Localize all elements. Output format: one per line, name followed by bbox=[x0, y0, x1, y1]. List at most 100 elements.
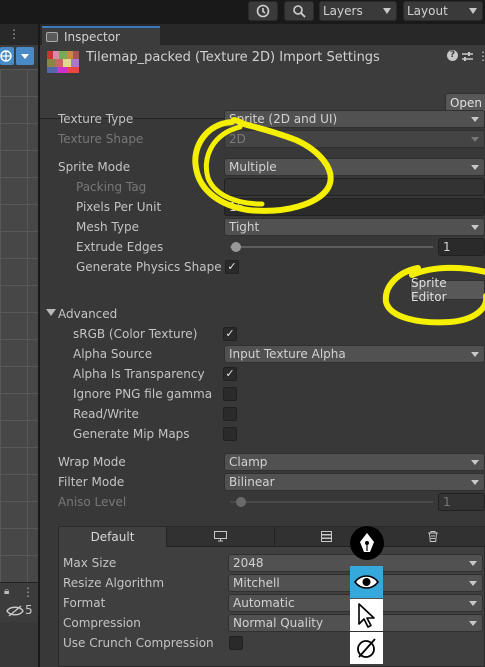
lock-icon[interactable]: 🔒︎ bbox=[4, 586, 9, 597]
gizmo-button[interactable] bbox=[0, 47, 14, 65]
max-size-label: Max Size bbox=[63, 556, 117, 570]
scene-grid[interactable] bbox=[0, 69, 38, 599]
texture-thumbnail-icon bbox=[47, 51, 79, 83]
chevron-down-icon bbox=[469, 561, 477, 566]
tab-standalone[interactable] bbox=[167, 527, 275, 547]
generate-physics-shape-label: Generate Physics Shape bbox=[76, 260, 222, 274]
platform-settings-panel: Default Max Size 2048 Resize Algorithm M… bbox=[58, 526, 485, 667]
chevron-down-icon bbox=[469, 8, 477, 14]
tab-default-label: Default bbox=[90, 530, 135, 544]
texture-type-value: Sprite (2D and UI) bbox=[229, 112, 338, 126]
inspector-panel: Inspector Tilemap_packed (Texture 2D) Im… bbox=[40, 24, 485, 667]
extrude-edges-slider-knob[interactable] bbox=[231, 242, 241, 252]
read-write-label: Read/Write bbox=[73, 407, 139, 421]
format-value: Automatic bbox=[233, 596, 295, 610]
gizmo-dropdown[interactable] bbox=[16, 47, 34, 65]
srgb-checkbox[interactable]: ✓ bbox=[223, 327, 237, 341]
layers-dropdown[interactable]: Layers bbox=[319, 1, 397, 21]
gizmo-icon bbox=[0, 50, 12, 62]
trash-icon bbox=[427, 531, 438, 542]
tab-inspector[interactable]: Inspector bbox=[42, 26, 160, 45]
aniso-level-field: 1 bbox=[438, 493, 485, 511]
chevron-down-icon bbox=[21, 54, 29, 59]
sprite-editor-button[interactable]: Sprite Editor bbox=[410, 276, 485, 304]
use-crunch-checkbox[interactable] bbox=[229, 636, 243, 650]
packing-tag-label: Packing Tag bbox=[76, 180, 147, 194]
extrude-edges-slider[interactable] bbox=[230, 246, 433, 248]
wrap-mode-dropdown[interactable]: Clamp bbox=[224, 453, 485, 471]
sprite-mode-label: Sprite Mode bbox=[58, 160, 131, 174]
clear-icon bbox=[357, 638, 376, 658]
chevron-down-icon bbox=[383, 8, 391, 14]
pen-tool-button[interactable] bbox=[350, 526, 384, 560]
chevron-down-icon bbox=[471, 460, 479, 465]
layout-dropdown[interactable]: Layout bbox=[403, 1, 483, 21]
more-icon[interactable]: ⋮ bbox=[22, 585, 34, 599]
clear-tool-button[interactable] bbox=[350, 632, 383, 664]
texture-shape-label: Texture Shape bbox=[58, 132, 144, 146]
advanced-foldout[interactable]: Advanced bbox=[58, 307, 117, 321]
cursor-icon bbox=[358, 603, 375, 628]
max-size-value: 2048 bbox=[233, 556, 264, 570]
chevron-down-icon bbox=[469, 621, 477, 626]
search-button[interactable] bbox=[284, 1, 314, 21]
alpha-is-transparency-label: Alpha Is Transparency bbox=[73, 367, 205, 381]
advanced-foldout-arrow-icon[interactable] bbox=[46, 309, 56, 316]
mesh-type-value: Tight bbox=[229, 220, 260, 234]
platform-tabs: Default bbox=[59, 527, 485, 547]
scene-tab-bar: ⋮ bbox=[0, 24, 38, 45]
texture-type-dropdown[interactable]: Sprite (2D and UI) bbox=[224, 110, 485, 128]
format-label: Format bbox=[63, 596, 106, 610]
search-icon bbox=[293, 5, 306, 18]
hidden-count-button[interactable]: 5 bbox=[4, 603, 36, 619]
server-icon bbox=[321, 531, 332, 542]
filter-mode-value: Bilinear bbox=[229, 475, 275, 489]
help-icon[interactable]: ? bbox=[447, 50, 458, 61]
more-icon[interactable]: ⋮ bbox=[477, 49, 485, 63]
extrude-edges-field[interactable]: 1 bbox=[438, 238, 485, 256]
sprite-mode-dropdown[interactable]: Multiple bbox=[224, 158, 485, 176]
more-icon[interactable]: ⋮ bbox=[8, 27, 20, 41]
presets-icon[interactable] bbox=[462, 51, 473, 62]
inspector-tab-bar: Inspector bbox=[40, 24, 485, 45]
alpha-source-dropdown[interactable]: Input Texture Alpha bbox=[224, 345, 485, 363]
layers-label: Layers bbox=[323, 4, 363, 18]
history-button[interactable] bbox=[248, 1, 278, 21]
alpha-source-label: Alpha Source bbox=[73, 347, 153, 361]
chevron-down-icon bbox=[469, 601, 477, 606]
annotation-tool-palette bbox=[350, 566, 383, 667]
pixels-per-unit-label: Pixels Per Unit bbox=[76, 200, 162, 214]
aniso-level-label: Aniso Level bbox=[58, 495, 127, 509]
packing-tag-field bbox=[224, 178, 485, 196]
mesh-type-dropdown[interactable]: Tight bbox=[224, 218, 485, 236]
srgb-label: sRGB (Color Texture) bbox=[73, 327, 198, 341]
generate-mip-maps-checkbox[interactable] bbox=[223, 427, 237, 441]
aniso-level-slider bbox=[230, 501, 433, 503]
use-crunch-label: Use Crunch Compression bbox=[63, 636, 214, 650]
compression-value: Normal Quality bbox=[233, 616, 324, 630]
tab-inspector-label: Inspector bbox=[64, 29, 120, 44]
chevron-down-icon bbox=[471, 165, 479, 170]
filter-mode-dropdown[interactable]: Bilinear bbox=[224, 473, 485, 491]
pixels-per-unit-field[interactable]: 16 bbox=[224, 198, 485, 216]
ignore-png-gamma-checkbox[interactable] bbox=[223, 387, 237, 401]
chevron-down-icon bbox=[471, 225, 479, 230]
resize-algorithm-label: Resize Algorithm bbox=[63, 576, 165, 590]
wrap-mode-label: Wrap Mode bbox=[58, 455, 126, 469]
generate-physics-shape-checkbox[interactable]: ✓ bbox=[225, 260, 239, 274]
pen-nib-icon bbox=[360, 533, 374, 552]
resize-algorithm-value: Mitchell bbox=[233, 576, 280, 590]
texture-shape-value: 2D bbox=[229, 132, 246, 146]
monitor-icon bbox=[214, 531, 227, 542]
chevron-down-icon bbox=[471, 352, 479, 357]
tab-webgl[interactable] bbox=[379, 527, 485, 547]
hidden-count: 5 bbox=[25, 603, 33, 617]
cursor-tool-button[interactable] bbox=[350, 599, 383, 631]
tab-default[interactable]: Default bbox=[59, 527, 167, 547]
eye-tool-button[interactable] bbox=[350, 566, 383, 598]
chevron-down-icon bbox=[471, 480, 479, 485]
alpha-is-transparency-checkbox[interactable]: ✓ bbox=[223, 367, 237, 381]
hierarchy-header: 🔒︎ ⋮ 5 bbox=[0, 582, 38, 622]
read-write-checkbox[interactable] bbox=[223, 407, 237, 421]
asset-title: Tilemap_packed (Texture 2D) Import Setti… bbox=[86, 50, 380, 65]
